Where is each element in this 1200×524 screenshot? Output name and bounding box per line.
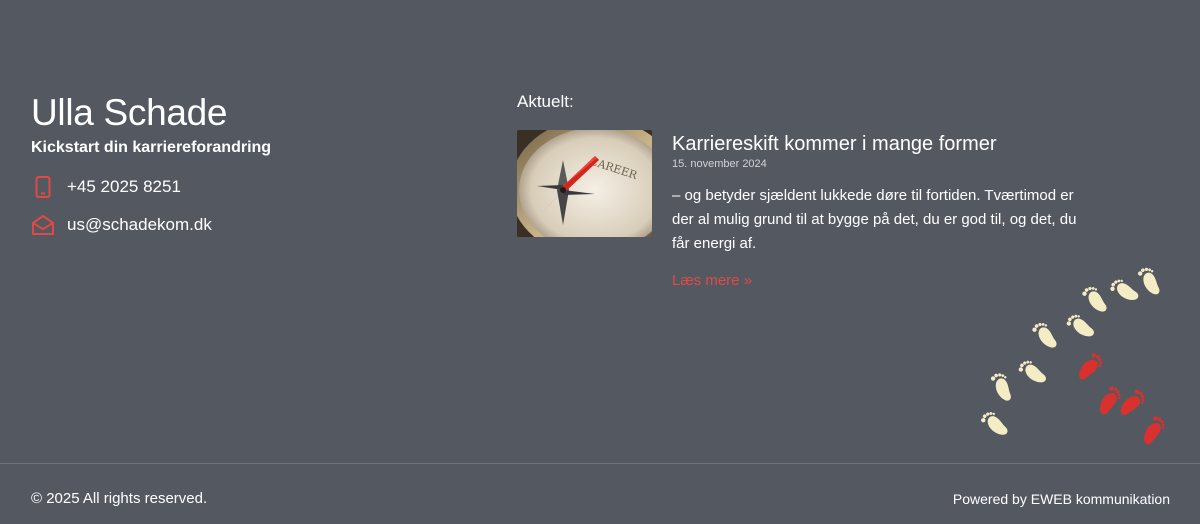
footprint	[981, 412, 1008, 435]
phone-number[interactable]: +45 2025 8251	[67, 177, 181, 197]
site-name[interactable]: Ulla Schade	[31, 92, 271, 134]
phone-row[interactable]: +45 2025 8251	[31, 175, 271, 199]
footprint	[1110, 279, 1139, 300]
footprint	[1032, 322, 1057, 348]
footprint	[1066, 314, 1094, 337]
footprint	[1018, 360, 1046, 383]
email-address[interactable]: us@schadekom.dk	[67, 215, 212, 235]
powered-by-link[interactable]: Powered by EWEB kommunikation	[953, 491, 1170, 507]
footprint	[1120, 389, 1145, 416]
article-thumbnail[interactable]: CAREER	[517, 130, 652, 237]
copyright-text: © 2025 All rights reserved.	[31, 490, 208, 507]
footprint	[990, 373, 1011, 401]
email-row[interactable]: us@schadekom.dk	[31, 213, 271, 237]
footprint	[1144, 416, 1165, 445]
article-date: 15. november 2024	[672, 158, 767, 170]
footprints-illustration	[980, 262, 1200, 452]
article-title[interactable]: Karriereskift kommer i mange former	[672, 132, 1082, 156]
footprint	[1137, 267, 1160, 295]
footprint	[1079, 353, 1102, 380]
site-tagline: Kickstart din karriereforandring	[31, 139, 272, 156]
footprint	[1082, 286, 1107, 312]
footer-divider	[0, 463, 1200, 464]
footprints-icon	[981, 267, 1165, 445]
article-excerpt: – og betyder sjældent lukkede døre til f…	[672, 187, 1077, 252]
read-more-link[interactable]: Læs mere »	[672, 272, 752, 289]
contact-block: Ulla Schade Kickstart din karriereforand…	[31, 92, 271, 237]
phone-icon	[31, 175, 55, 199]
footprint	[1100, 386, 1121, 415]
envelope-icon	[31, 213, 55, 237]
compass-image: CAREER	[517, 130, 652, 237]
news-heading: Aktuelt:	[517, 92, 574, 111]
